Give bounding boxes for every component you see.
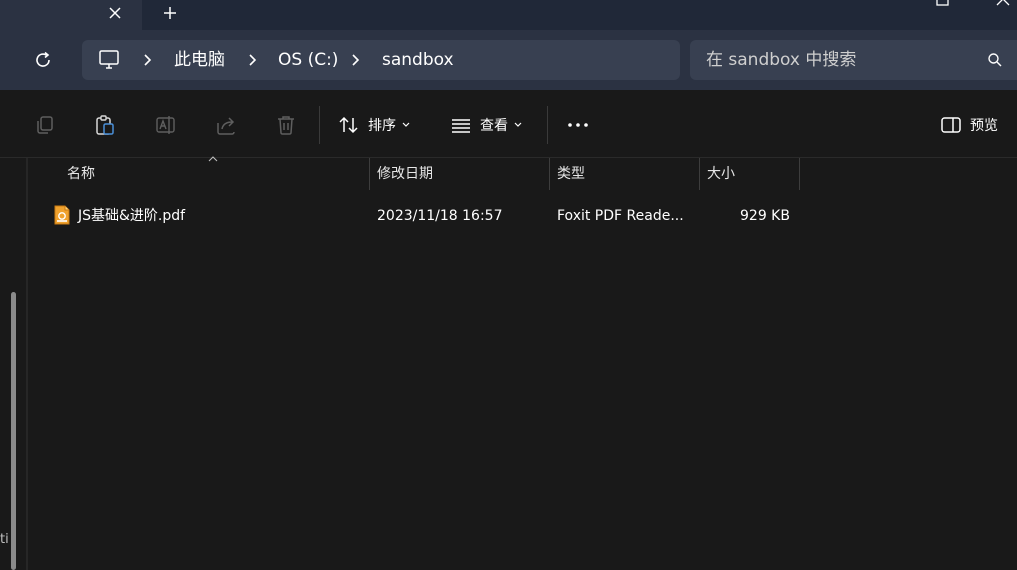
file-row[interactable]: JS基础&进阶.pdf 2023/11/18 16:57 Foxit PDF R…	[36, 200, 806, 232]
chevron-down-icon	[514, 122, 522, 127]
maximize-icon[interactable]	[936, 0, 950, 6]
search-icon[interactable]	[987, 52, 1003, 68]
search-input[interactable]	[706, 40, 976, 80]
chevron-right-icon[interactable]	[142, 52, 154, 68]
address-bar-row: 此电脑 OS (C:) sandbox	[0, 30, 1017, 90]
paste-icon[interactable]	[94, 114, 116, 136]
chevron-right-icon[interactable]	[350, 52, 362, 68]
search-box[interactable]	[690, 40, 1017, 80]
column-divider[interactable]	[699, 158, 700, 190]
navigation-item-fragment[interactable]: ti	[0, 532, 9, 547]
pdf-file-icon	[54, 205, 70, 225]
breadcrumb-sandbox[interactable]: sandbox	[382, 50, 454, 70]
chevron-right-icon[interactable]	[247, 52, 259, 68]
preview-pane-icon	[941, 117, 961, 133]
view-button[interactable]: 查看	[450, 112, 522, 138]
column-divider[interactable]	[549, 158, 550, 190]
tab-strip	[0, 0, 1017, 30]
more-options-icon[interactable]	[567, 114, 589, 136]
active-tab[interactable]	[0, 0, 142, 30]
sort-label: 排序	[368, 118, 396, 134]
command-bar: 排序 查看 预览	[0, 90, 1017, 158]
plus-icon	[164, 7, 176, 19]
breadcrumb-this-pc[interactable]: 此电脑	[174, 50, 225, 70]
address-field[interactable]: 此电脑 OS (C:) sandbox	[82, 40, 680, 80]
breadcrumb-os-c[interactable]: OS (C:)	[278, 50, 338, 70]
file-name: JS基础&进阶.pdf	[78, 208, 186, 224]
column-header-type[interactable]: 类型	[557, 158, 585, 190]
sort-icon	[339, 116, 358, 134]
chevron-down-icon	[402, 122, 410, 127]
toolbar-divider	[319, 106, 320, 144]
file-date-modified: 2023/11/18 16:57	[377, 208, 503, 224]
column-header-date-modified[interactable]: 修改日期	[377, 158, 433, 190]
file-size: 929 KB	[740, 208, 790, 224]
column-header-size[interactable]: 大小	[707, 158, 735, 190]
command-bar-border	[0, 157, 1017, 158]
column-header-name[interactable]: 名称	[67, 158, 95, 190]
computer-icon[interactable]	[98, 50, 120, 70]
column-divider[interactable]	[369, 158, 370, 190]
file-type: Foxit PDF Reade...	[557, 208, 684, 224]
refresh-icon[interactable]	[32, 49, 54, 71]
sort-ascending-icon	[208, 156, 218, 162]
share-icon[interactable]	[215, 114, 237, 136]
delete-icon[interactable]	[275, 114, 297, 136]
navigation-pane-splitter[interactable]	[26, 158, 28, 570]
toolbar-divider	[547, 106, 548, 144]
tab-close-button[interactable]	[104, 2, 126, 24]
view-list-icon	[452, 119, 470, 133]
navigation-pane-scrollbar[interactable]	[11, 292, 16, 570]
preview-pane-button[interactable]: 预览	[940, 112, 998, 138]
sort-button[interactable]: 排序	[338, 112, 410, 138]
preview-label: 预览	[970, 118, 998, 134]
column-divider[interactable]	[799, 158, 800, 190]
window-close-icon[interactable]	[996, 0, 1010, 6]
rename-icon[interactable]	[155, 114, 177, 136]
close-icon	[109, 7, 121, 19]
copy-icon[interactable]	[34, 114, 56, 136]
new-tab-button[interactable]	[158, 2, 182, 24]
view-label: 查看	[480, 118, 508, 134]
